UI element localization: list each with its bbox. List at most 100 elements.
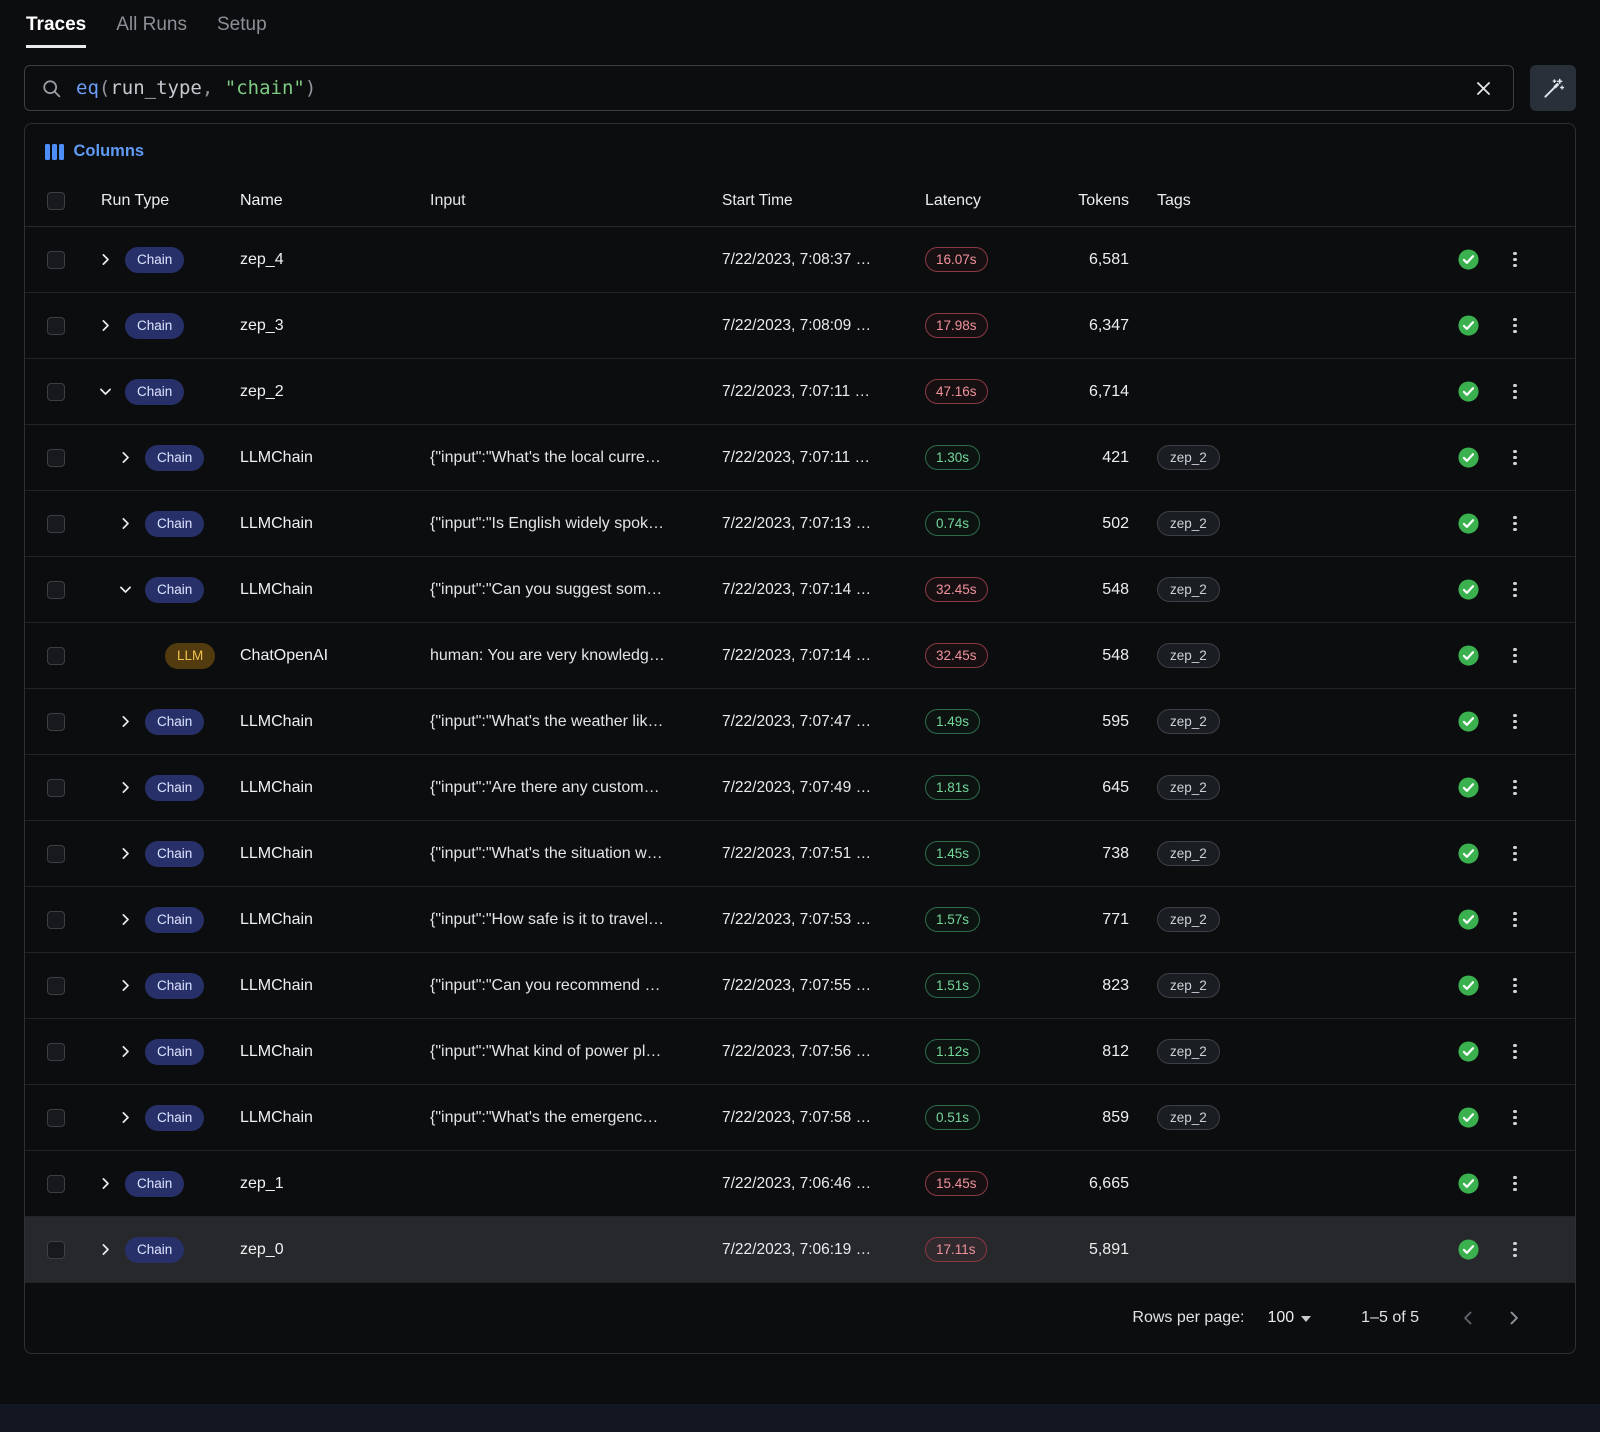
row-checkbox[interactable] xyxy=(47,1043,65,1061)
expand-chevron-icon[interactable] xyxy=(113,911,137,928)
run-name[interactable]: zep_2 xyxy=(240,383,430,401)
run-start-time: 7/22/2023, 7:07:56 … xyxy=(722,1043,925,1061)
row-menu-button[interactable] xyxy=(1493,1176,1537,1192)
table-row[interactable]: Chain LLMChain {"input":"How safe is it … xyxy=(25,887,1575,953)
expand-chevron-icon[interactable] xyxy=(113,515,137,532)
search-query[interactable]: eq(run_type, "chain") xyxy=(76,77,1455,99)
expand-chevron-icon[interactable] xyxy=(113,779,137,796)
table-row[interactable]: Chain LLMChain {"input":"What kind of po… xyxy=(25,1019,1575,1085)
search-input[interactable]: eq(run_type, "chain") xyxy=(24,65,1514,111)
row-checkbox[interactable] xyxy=(47,515,65,533)
run-name[interactable]: LLMChain xyxy=(240,977,430,995)
expand-chevron-icon[interactable] xyxy=(113,1043,137,1060)
latency-pill: 1.81s xyxy=(925,775,980,800)
next-page-button[interactable] xyxy=(1499,1303,1529,1333)
run-name[interactable]: LLMChain xyxy=(240,713,430,731)
row-checkbox[interactable] xyxy=(47,845,65,863)
clear-search-icon[interactable] xyxy=(1469,74,1497,102)
run-name[interactable]: LLMChain xyxy=(240,1109,430,1127)
row-menu-button[interactable] xyxy=(1493,912,1537,928)
run-name[interactable]: LLMChain xyxy=(240,779,430,797)
run-name[interactable]: zep_3 xyxy=(240,317,430,335)
row-checkbox[interactable] xyxy=(47,779,65,797)
expand-chevron-icon[interactable] xyxy=(93,1175,117,1192)
run-name[interactable]: LLMChain xyxy=(240,911,430,929)
run-name[interactable]: zep_0 xyxy=(240,1241,430,1259)
magic-wand-button[interactable] xyxy=(1530,65,1576,111)
rows-per-page-select[interactable]: 100 xyxy=(1267,1309,1311,1327)
run-name[interactable]: LLMChain xyxy=(240,449,430,467)
run-name[interactable]: ChatOpenAI xyxy=(240,647,430,665)
table-row[interactable]: Chain LLMChain {"input":"What's the emer… xyxy=(25,1085,1575,1151)
row-checkbox[interactable] xyxy=(47,1109,65,1127)
select-all-checkbox[interactable] xyxy=(47,192,65,210)
expand-chevron-icon[interactable] xyxy=(113,977,137,994)
tab-traces[interactable]: Traces xyxy=(26,14,86,48)
row-checkbox[interactable] xyxy=(47,713,65,731)
expand-chevron-icon[interactable] xyxy=(113,713,137,730)
expand-chevron-icon[interactable] xyxy=(93,251,117,268)
run-name[interactable]: LLMChain xyxy=(240,581,430,599)
kebab-icon xyxy=(1513,1176,1517,1192)
latency-pill: 17.11s xyxy=(925,1237,987,1262)
row-checkbox[interactable] xyxy=(47,1175,65,1193)
run-name[interactable]: zep_4 xyxy=(240,251,430,269)
run-name[interactable]: LLMChain xyxy=(240,845,430,863)
row-menu-button[interactable] xyxy=(1493,582,1537,598)
table-row[interactable]: Chain zep_1 7/22/2023, 7:06:46 … 15.45s … xyxy=(25,1151,1575,1217)
table-row[interactable]: Chain zep_3 7/22/2023, 7:08:09 … 17.98s … xyxy=(25,293,1575,359)
table-row[interactable]: Chain zep_4 7/22/2023, 7:08:37 … 16.07s … xyxy=(25,227,1575,293)
run-name[interactable]: zep_1 xyxy=(240,1175,430,1193)
row-menu-button[interactable] xyxy=(1493,1242,1537,1258)
row-menu-button[interactable] xyxy=(1493,384,1537,400)
tab-setup[interactable]: Setup xyxy=(217,14,267,48)
table-row[interactable]: Chain LLMChain {"input":"Can you recomme… xyxy=(25,953,1575,1019)
row-checkbox[interactable] xyxy=(47,449,65,467)
table-row[interactable]: Chain zep_2 7/22/2023, 7:07:11 … 47.16s … xyxy=(25,359,1575,425)
success-check-icon xyxy=(1457,644,1480,667)
columns-button[interactable]: Columns xyxy=(25,124,164,175)
row-checkbox[interactable] xyxy=(47,581,65,599)
row-checkbox[interactable] xyxy=(47,1241,65,1259)
row-menu-button[interactable] xyxy=(1493,846,1537,862)
expand-chevron-icon[interactable] xyxy=(93,1241,117,1258)
run-name[interactable]: LLMChain xyxy=(240,1043,430,1061)
previous-page-button[interactable] xyxy=(1453,1303,1483,1333)
expand-chevron-icon[interactable] xyxy=(113,1109,137,1126)
row-checkbox[interactable] xyxy=(47,383,65,401)
row-menu-button[interactable] xyxy=(1493,318,1537,334)
table-row[interactable]: Chain LLMChain {"input":"What's the situ… xyxy=(25,821,1575,887)
row-checkbox[interactable] xyxy=(47,911,65,929)
row-menu-button[interactable] xyxy=(1493,1044,1537,1060)
expand-chevron-icon[interactable] xyxy=(93,317,117,334)
run-name[interactable]: LLMChain xyxy=(240,515,430,533)
row-menu-button[interactable] xyxy=(1493,780,1537,796)
row-menu-button[interactable] xyxy=(1493,252,1537,268)
run-input: {"input":"What's the local curre… xyxy=(430,449,722,467)
row-checkbox[interactable] xyxy=(47,317,65,335)
row-menu-button[interactable] xyxy=(1493,516,1537,532)
table-row[interactable]: Chain zep_0 7/22/2023, 7:06:19 … 17.11s … xyxy=(25,1217,1575,1283)
run-type-badge: Chain xyxy=(145,511,204,537)
table-row[interactable]: Chain LLMChain {"input":"What's the loca… xyxy=(25,425,1575,491)
row-menu-button[interactable] xyxy=(1493,648,1537,664)
row-checkbox[interactable] xyxy=(47,977,65,995)
row-menu-button[interactable] xyxy=(1493,714,1537,730)
expand-chevron-icon[interactable] xyxy=(113,581,137,598)
expand-chevron-icon[interactable] xyxy=(113,449,137,466)
table-row[interactable]: Chain LLMChain {"input":"Can you suggest… xyxy=(25,557,1575,623)
table-row[interactable]: LLM ChatOpenAI human: You are very knowl… xyxy=(25,623,1575,689)
row-menu-button[interactable] xyxy=(1493,1110,1537,1126)
row-checkbox[interactable] xyxy=(47,647,65,665)
tab-all-runs[interactable]: All Runs xyxy=(116,14,187,48)
success-check-icon xyxy=(1457,380,1480,403)
table-row[interactable]: Chain LLMChain {"input":"What's the weat… xyxy=(25,689,1575,755)
row-menu-button[interactable] xyxy=(1493,450,1537,466)
table-row[interactable]: Chain LLMChain {"input":"Is English wide… xyxy=(25,491,1575,557)
success-check-icon xyxy=(1457,1172,1480,1195)
expand-chevron-icon[interactable] xyxy=(113,845,137,862)
table-row[interactable]: Chain LLMChain {"input":"Are there any c… xyxy=(25,755,1575,821)
expand-chevron-icon[interactable] xyxy=(93,383,117,400)
row-checkbox[interactable] xyxy=(47,251,65,269)
row-menu-button[interactable] xyxy=(1493,978,1537,994)
